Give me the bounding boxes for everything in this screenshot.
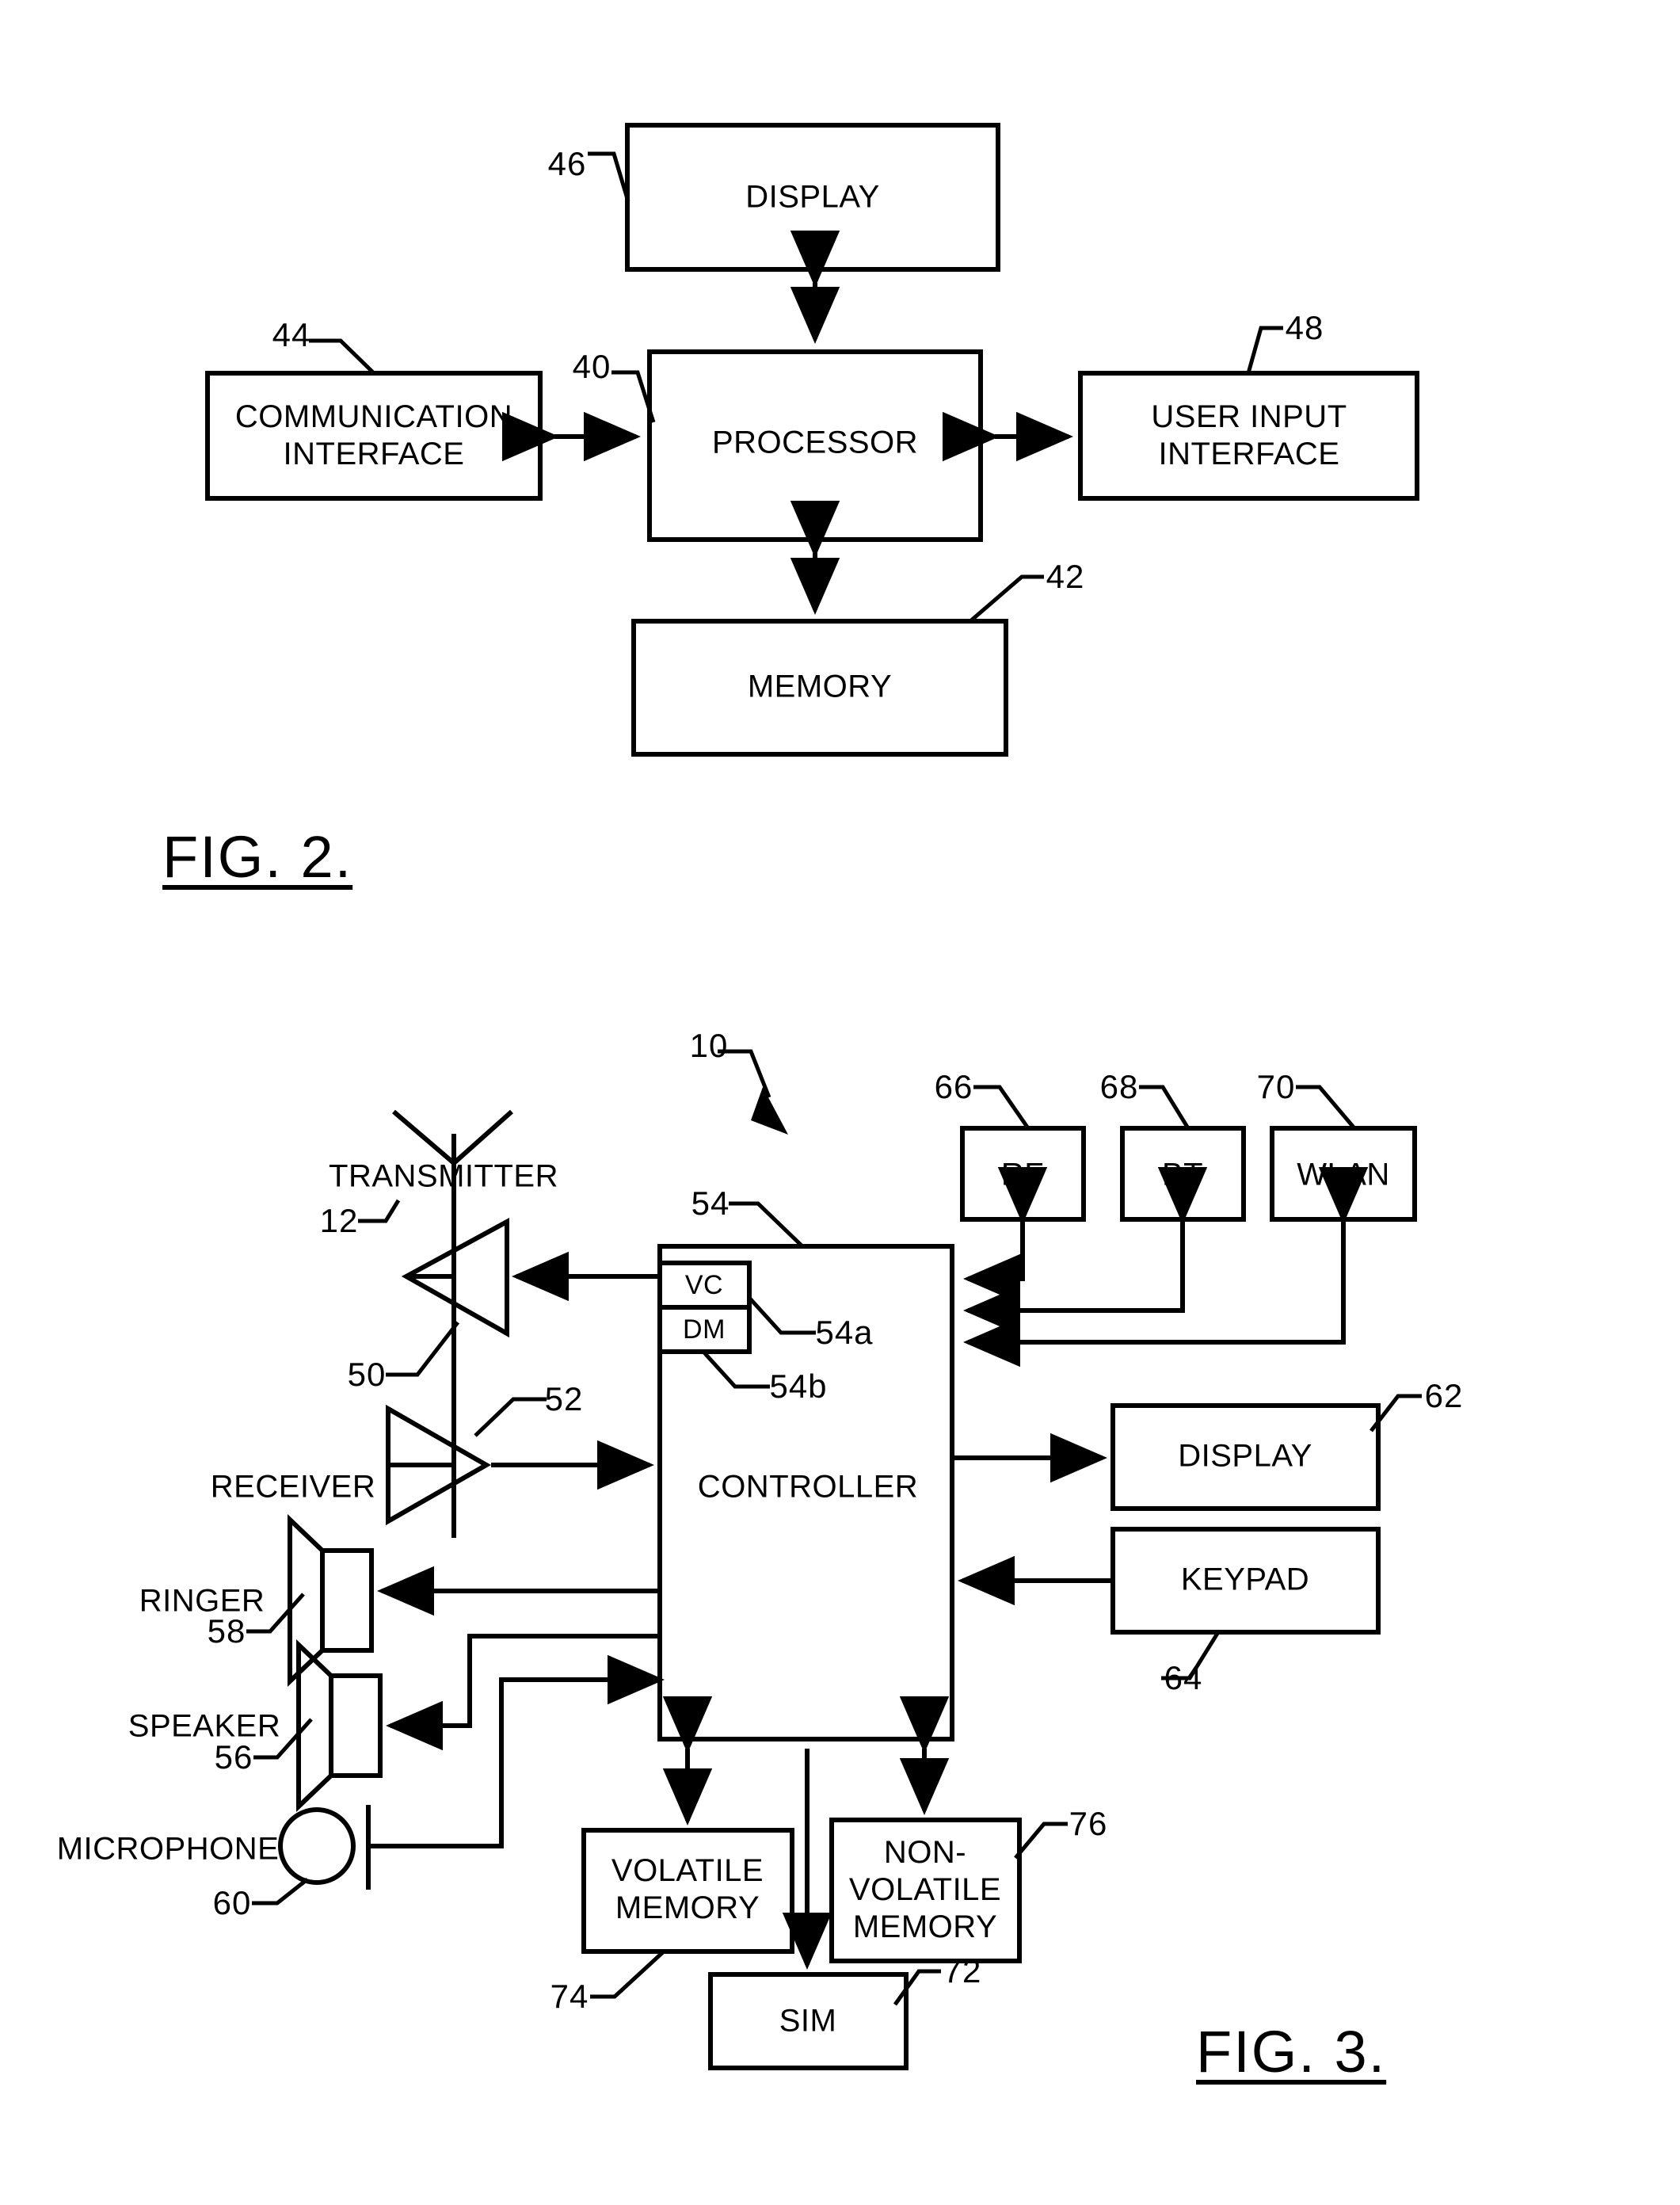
fig3-bt-label: BT xyxy=(1161,1157,1204,1192)
fig3-data-modem-ref: 54b xyxy=(769,1368,828,1406)
fig3-ref52-leader xyxy=(474,1397,547,1437)
fig2-communication-interface-ref: 44 xyxy=(272,316,311,354)
fig3-bt-ref: 68 xyxy=(1099,1068,1139,1106)
fig3-non-volatile-memory-label: NON- VOLATILE MEMORY xyxy=(848,1835,1002,1945)
fig3-antenna-ref: 12 xyxy=(319,1202,359,1240)
fig2-user-input-interface-ref: 48 xyxy=(1285,309,1324,347)
fig3-ref70-leader xyxy=(1296,1085,1356,1130)
fig3-ringer-cone xyxy=(288,1514,325,1687)
fig2-communication-interface-label: COMMUNICATION INTERFACE xyxy=(234,399,513,471)
fig2-user-input-interface-label: USER INPUT INTERFACE xyxy=(1151,399,1347,471)
fig2-memory-label: MEMORY xyxy=(747,669,893,704)
fig3-ref66-leader xyxy=(973,1085,1030,1130)
fig3-sim-ref: 72 xyxy=(943,1952,982,1990)
fig3-arrow-mic-ctrl xyxy=(368,1654,665,1848)
fig3-microphone-ref: 60 xyxy=(212,1884,252,1922)
fig3-receiver-label: RECEIVER xyxy=(210,1469,376,1505)
fig3-speaker-body xyxy=(329,1673,383,1778)
fig3-ref50-leader xyxy=(386,1321,459,1377)
fig3-wlan-ref: 70 xyxy=(1256,1068,1296,1106)
patent-drawing-sheet: DISPLAY 46 COMMUNICATION INTERFACE 44 PR… xyxy=(0,0,1680,2205)
fig3-voice-coder-ref: 54a xyxy=(815,1314,874,1352)
fig2-display-ref: 46 xyxy=(547,145,587,183)
fig3-ringer-ref: 58 xyxy=(207,1612,246,1650)
fig3-rf-ref: 66 xyxy=(934,1068,973,1106)
fig3-rf-label: RF xyxy=(1000,1157,1045,1192)
fig3-ref60-leader xyxy=(252,1878,309,1906)
fig3-data-modem-label: DM xyxy=(683,1314,726,1345)
fig3-caption: FIG. 3. xyxy=(1196,2019,1387,2085)
fig3-ref54a-leader xyxy=(748,1296,816,1335)
fig3-volatile-memory-ref: 74 xyxy=(550,1978,589,2016)
fig2-display-label: DISPLAY xyxy=(745,179,880,215)
fig3-speaker-ref: 56 xyxy=(214,1738,253,1776)
fig3-ringer-label: RINGER xyxy=(139,1583,265,1619)
fig3-transmitter-ref: 50 xyxy=(347,1356,387,1394)
fig3-wlan-label: WLAN xyxy=(1297,1157,1390,1192)
fig3-ref54-leader xyxy=(729,1201,804,1248)
fig3-display-ref: 62 xyxy=(1424,1377,1464,1415)
fig3-sim-label: SIM xyxy=(779,2003,837,2039)
fig3-ref12-leader xyxy=(358,1199,401,1223)
fig3-microphone-label: MICROPHONE xyxy=(56,1831,280,1867)
fig3-ref54b-leader xyxy=(702,1350,770,1389)
fig3-link-bt-controller xyxy=(963,1167,1208,1336)
fig3-transmitter-label: TRANSMITTER xyxy=(329,1158,558,1194)
fig3-controller-label: CONTROLLER xyxy=(697,1469,919,1505)
fig3-ringer-body xyxy=(320,1548,374,1653)
fig3-non-volatile-memory-ref: 76 xyxy=(1069,1805,1108,1843)
fig3-speaker-label: SPEAKER xyxy=(128,1708,281,1744)
fig3-microphone-circle xyxy=(278,1807,356,1885)
fig3-controller-ref: 54 xyxy=(691,1185,730,1223)
fig3-keypad-label: KEYPAD xyxy=(1180,1562,1310,1597)
fig2-processor-ref: 40 xyxy=(572,348,611,386)
fig3-volatile-memory-label: VOLATILE MEMORY xyxy=(611,1852,764,1925)
fig3-ref74-leader xyxy=(590,1950,665,1999)
fig3-link-rf-controller xyxy=(963,1167,1048,1304)
fig3-ref68-leader xyxy=(1139,1085,1190,1130)
fig3-keypad-ref: 64 xyxy=(1164,1659,1203,1697)
fig2-caption: FIG. 2. xyxy=(162,824,353,890)
fig3-device-ref: 10 xyxy=(689,1027,729,1065)
fig3-display-label: DISPLAY xyxy=(1178,1438,1312,1474)
diagram-vector-layer xyxy=(205,123,1422,2070)
fig3-voice-coder-label: VC xyxy=(684,1269,724,1300)
fig2-processor-label: PROCESSOR xyxy=(711,425,919,460)
fig3-receiver-ref: 52 xyxy=(544,1380,584,1418)
fig3-ref76-leader xyxy=(1014,1822,1068,1860)
fig2-memory-ref: 42 xyxy=(1046,558,1085,596)
